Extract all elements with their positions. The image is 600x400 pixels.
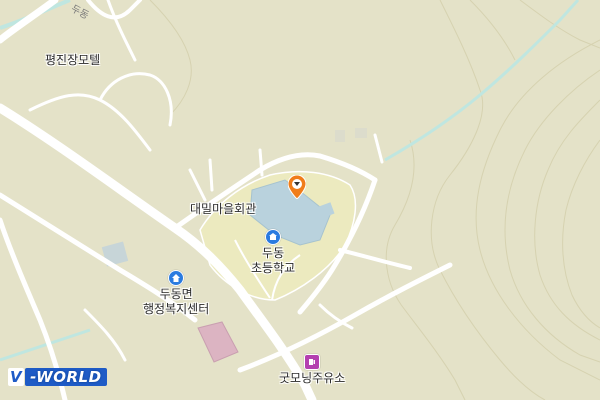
school-poi[interactable]: 두동 초등학교: [251, 229, 295, 276]
school-label-line1: 두동: [262, 246, 285, 260]
map-view[interactable]: 두동 평진장모텔 대밀마을회관 두동 초등학교 두동면 행정복지센터 굿모닝주유…: [0, 0, 600, 400]
school-icon-glyph: [269, 233, 278, 240]
gas-station-icon: [304, 354, 321, 370]
motel-label[interactable]: 평진장모텔: [45, 53, 100, 68]
gas-station-poi[interactable]: 굿모닝주유소: [279, 354, 345, 386]
office-label-line2: 행정복지센터: [143, 302, 210, 316]
admin-office-poi[interactable]: 두동면 행정복지센터: [143, 270, 209, 317]
school-icon: [265, 229, 282, 245]
office-label-line1: 두동면: [159, 287, 193, 301]
logo-text: -WORLD: [25, 368, 107, 386]
small-building-2: [335, 130, 345, 142]
gas-station-icon-glyph: [309, 359, 316, 365]
school-label-line2: 초등학교: [251, 261, 296, 275]
home-icon-glyph: [172, 274, 181, 282]
small-building-3: [355, 128, 367, 138]
vworld-logo: V -WORLD: [8, 368, 107, 386]
logo-prefix: V: [8, 368, 25, 386]
location-pin-icon[interactable]: [288, 175, 306, 199]
home-icon: [168, 270, 185, 286]
village-hall-label[interactable]: 대밀마을회관: [190, 202, 256, 217]
gas-station-label: 굿모닝주유소: [279, 371, 346, 385]
